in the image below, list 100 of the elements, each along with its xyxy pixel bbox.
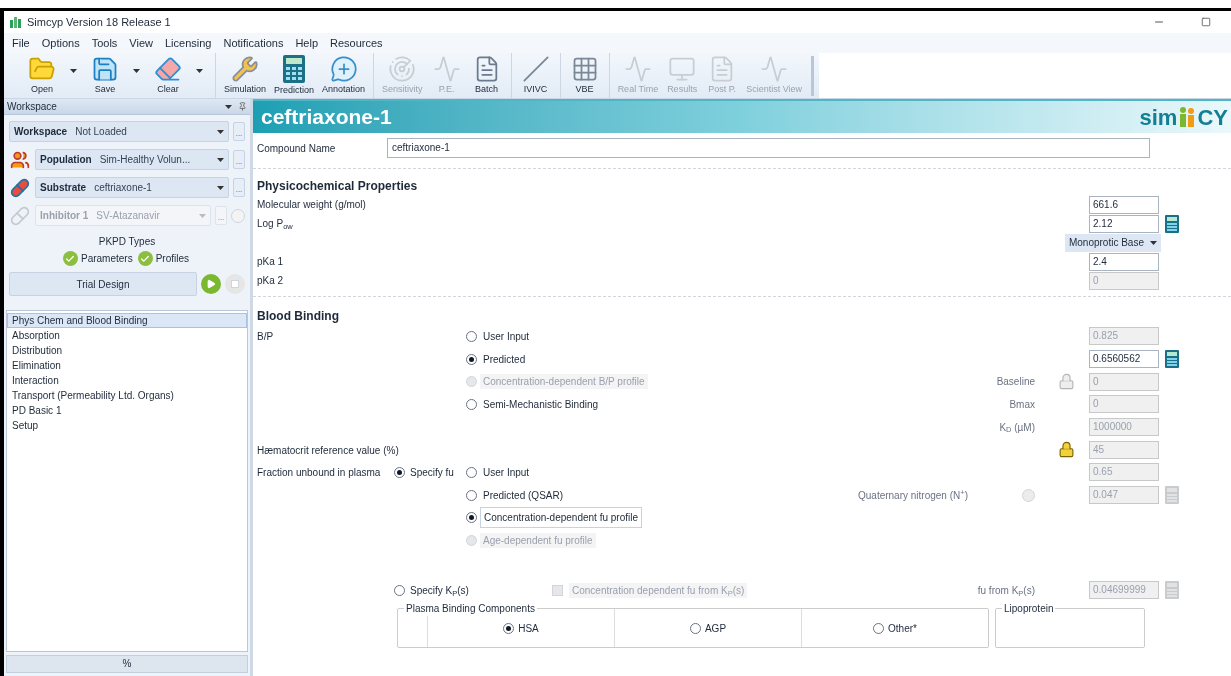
section-title: Blood Binding xyxy=(257,309,339,323)
radio-label: User Input xyxy=(482,329,531,344)
menu-item[interactable]: Licensing xyxy=(159,34,218,52)
toolbar-button[interactable]: Prediction xyxy=(270,53,319,98)
navigation-item[interactable]: PD Basic 1 xyxy=(7,403,247,418)
navigation-item[interactable]: Setup xyxy=(7,418,247,433)
menu-item[interactable]: File xyxy=(6,34,36,52)
play-button[interactable] xyxy=(201,274,221,294)
radio-label: Semi-Mechanistic Binding xyxy=(482,397,600,412)
pill-icon xyxy=(10,177,30,198)
radio-button[interactable] xyxy=(466,466,477,478)
selector-dropdown[interactable]: Workspace Not Loaded xyxy=(9,121,229,142)
radio-button[interactable] xyxy=(503,622,515,634)
field-label: Compound Name xyxy=(257,141,337,156)
dropdown-caret-icon xyxy=(199,213,206,218)
navigation-item[interactable]: Transport (Permeability Ltd. Organs) xyxy=(7,388,247,403)
menu-item[interactable]: View xyxy=(123,34,159,52)
value-field[interactable]: 2.4 xyxy=(1089,252,1159,271)
radio-label: Age-dependent fu profile xyxy=(480,533,596,549)
more-button[interactable]: ... xyxy=(233,122,245,141)
more-button[interactable]: ... xyxy=(233,150,245,169)
pkpd-checkbox[interactable]: Profiles xyxy=(137,251,189,266)
toolbar-button[interactable]: IVIVC xyxy=(515,54,556,97)
dropdown-caret-icon xyxy=(217,185,224,190)
pkpd-types-title: PKPD Types xyxy=(97,235,157,249)
speech-bubble-plus-icon xyxy=(329,54,358,83)
toolbar-button[interactable]: Open xyxy=(22,54,62,97)
radio-label: User Input xyxy=(482,465,531,480)
maximize-icon[interactable] xyxy=(1201,17,1211,27)
selector-dropdown[interactable]: Population Sim-Healthy Volun... xyxy=(35,149,229,170)
compound-name-field[interactable]: ceftriaxone-1 xyxy=(387,138,1150,158)
field-label: Hæmatocrit reference value (%) xyxy=(257,444,399,456)
radio-button[interactable] xyxy=(873,622,885,634)
section-title: Physicochemical Properties xyxy=(257,179,418,193)
radio-label: Predicted xyxy=(482,352,527,367)
navigation-item[interactable]: Elimination xyxy=(7,358,247,373)
field-label: Bmax xyxy=(1009,397,1035,412)
ionization-dropdown[interactable]: Monoprotic Base xyxy=(1064,233,1161,252)
panel-title: Workspace xyxy=(7,100,57,114)
panel-menu-icon xyxy=(225,104,232,109)
radio-button[interactable] xyxy=(689,622,701,634)
radio-label: Specify K$_{P}$(s) xyxy=(410,583,469,598)
field-label: Fraction unbound in plasma xyxy=(257,467,381,479)
dropdown-caret-icon xyxy=(1150,240,1157,245)
app-logo-icon xyxy=(10,16,21,28)
radio-button[interactable] xyxy=(466,398,477,410)
wrench-icon xyxy=(231,54,259,83)
radio-button[interactable] xyxy=(394,584,405,596)
dropdown-caret-icon xyxy=(217,157,224,162)
compound-title: ceftriaxone-1 xyxy=(261,104,392,131)
curve-icon xyxy=(760,54,789,83)
field-label: Baseline xyxy=(996,375,1035,390)
calculator-icon[interactable] xyxy=(1165,350,1179,369)
lock-icon[interactable] xyxy=(1057,441,1075,459)
people-logo-icon xyxy=(1178,106,1197,128)
menu-item[interactable]: Tools xyxy=(85,34,124,52)
toolbar-button[interactable]: Annotation xyxy=(318,54,370,97)
radio-button[interactable] xyxy=(394,466,405,478)
navigation-item[interactable]: Absorption xyxy=(7,328,247,343)
logo-text: sim xyxy=(1139,103,1178,132)
radio-button[interactable] xyxy=(466,489,477,501)
logo-text: CY xyxy=(1197,103,1228,132)
curve-icon xyxy=(623,54,652,83)
pin-icon[interactable] xyxy=(238,102,247,111)
more-button[interactable]: ... xyxy=(233,178,245,197)
navigation-item[interactable]: Interaction xyxy=(7,373,247,388)
toolbar-button[interactable]: VBE xyxy=(564,54,605,97)
dropdown-caret-icon xyxy=(70,68,77,73)
value-field[interactable]: 2.12 xyxy=(1089,214,1159,233)
calculator-icon[interactable] xyxy=(1165,214,1179,233)
navigation-item[interactable]: Phys Chem and Blood Binding xyxy=(7,313,247,328)
line-icon xyxy=(521,54,550,83)
radio-label: Predicted (QSAR) xyxy=(482,488,565,503)
radio-button[interactable] xyxy=(466,512,477,524)
selector-dropdown[interactable]: Substrate ceftriaxone-1 xyxy=(35,177,229,198)
menu-item[interactable]: Notifications xyxy=(217,34,290,52)
calculator-icon xyxy=(282,53,307,84)
menu-item[interactable]: Options xyxy=(35,34,86,52)
people-icon xyxy=(10,149,30,170)
curve-icon xyxy=(432,54,461,83)
checkbox-label: Concentration dependent fu from K$_{P}$(s) xyxy=(569,582,748,598)
radio-button[interactable] xyxy=(466,353,477,365)
value-field[interactable]: 661.6 xyxy=(1089,195,1159,214)
radio-label: Concentration-dependent fu profile xyxy=(480,507,642,529)
toolbar-button[interactable]: Simulation xyxy=(220,54,271,97)
navigation-item[interactable]: Distribution xyxy=(7,343,247,358)
radio-label: AGP xyxy=(704,622,727,634)
trial-design-button[interactable]: Trial Design xyxy=(9,272,197,296)
pkpd-checkbox[interactable]: Parameters xyxy=(62,251,133,266)
radio-button[interactable] xyxy=(466,330,477,342)
radio-label: Concentration-dependent B/P profile xyxy=(480,374,648,390)
toolbar-button[interactable]: Clear xyxy=(148,54,188,97)
value-field[interactable]: 0.6560562 xyxy=(1089,350,1159,369)
dropdown-caret-icon xyxy=(217,129,224,134)
toolbar-button[interactable]: Batch xyxy=(466,54,507,97)
menu-item[interactable]: Resources xyxy=(324,34,389,52)
toolbar-button[interactable]: Save xyxy=(85,54,125,97)
menu-item[interactable]: Help xyxy=(289,34,325,52)
check-icon xyxy=(65,253,76,264)
field-label: Molecular weight (g/mol) xyxy=(257,199,366,211)
